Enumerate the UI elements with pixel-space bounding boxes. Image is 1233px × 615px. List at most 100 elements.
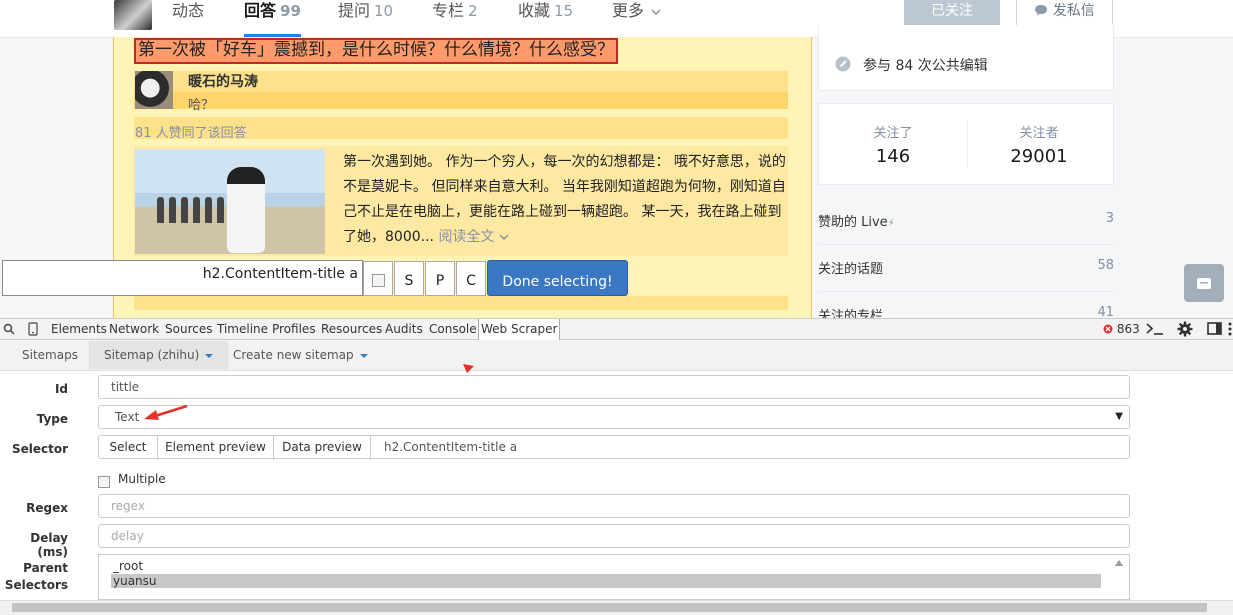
regex-input[interactable]: regex	[98, 494, 1130, 518]
tab-questions[interactable]: 提问 10	[338, 0, 393, 37]
delay-input[interactable]: delay	[98, 524, 1130, 548]
tab-columns[interactable]: 专栏 2	[432, 0, 478, 37]
sidebar-item-live[interactable]: 赞助的 Live⚡ 3	[818, 211, 1114, 230]
parent-selectors-list[interactable]: _root yuansu	[98, 554, 1130, 600]
selector-field-group: Select Element preview Data preview h2.C…	[98, 435, 1130, 460]
element-selector-toolbar: h2.ContentItem-title a S P C Done select…	[2, 260, 628, 296]
nav-create-sitemap[interactable]: Create new sitemap	[233, 341, 368, 369]
floating-action-button[interactable]	[1184, 264, 1224, 302]
sidebar-item-label: 赞助的 Live	[818, 215, 888, 230]
chevron-down-icon	[499, 234, 509, 241]
message-box-icon	[1197, 278, 1211, 289]
read-more-link[interactable]: 阅读全文	[438, 229, 509, 245]
tab-more[interactable]: 更多	[612, 0, 661, 37]
selector-label: Selector	[11, 442, 68, 456]
sidebar-item-columns[interactable]: 关注的专栏 41	[818, 305, 1114, 318]
send-message-button[interactable]: 发私信	[1016, 0, 1113, 27]
select-child-button[interactable]: C	[456, 261, 486, 296]
dock-side-icon[interactable]	[1207, 322, 1222, 335]
error-count: 863	[1116, 322, 1140, 336]
devtools-toolbar: Elements Network Sources Timeline Profil…	[0, 318, 1233, 340]
selector-edit-form: Id tittle Type Text ▼ Selector Select El…	[0, 364, 1233, 614]
devtools-tab-console[interactable]: Console	[429, 319, 477, 340]
tab-collections[interactable]: 收藏 15	[518, 0, 573, 37]
nav-current-sitemap[interactable]: Sitemap (zhihu)	[89, 341, 229, 369]
upvote-count-text: 81 人赞同了该回答	[135, 126, 247, 141]
caret-down-icon	[205, 353, 214, 358]
followers-label: 关注者	[1019, 126, 1059, 141]
following-count[interactable]: 146	[843, 146, 943, 167]
parent-option-root[interactable]: _root	[111, 559, 1101, 573]
following-label: 关注了	[873, 126, 913, 141]
type-select[interactable]: Text ▼	[98, 405, 1130, 429]
select-s-button[interactable]: S	[394, 261, 424, 296]
gear-icon[interactable]	[1177, 321, 1193, 337]
create-sitemap-label: Create new sitemap	[233, 348, 354, 362]
followed-button[interactable]: 已关注	[904, 0, 1000, 27]
parent-option-yuansu[interactable]: yuansu	[111, 574, 1101, 588]
selector-input[interactable]: h2.ContentItem-title a	[384, 436, 517, 458]
divider	[818, 244, 1114, 245]
more-options-icon[interactable]	[1228, 322, 1232, 336]
devtools-tab-timeline[interactable]: Timeline	[217, 319, 268, 340]
horizontal-scrollbar[interactable]	[0, 600, 1233, 615]
type-select-value: Text	[115, 410, 140, 424]
sidebar-item-label: 关注的话题	[818, 262, 884, 277]
element-preview-button[interactable]: Element preview	[158, 436, 274, 460]
devtools-tab-elements[interactable]: Elements	[51, 319, 107, 340]
scrollbar-thumb[interactable]	[12, 603, 1207, 612]
select-parent-button[interactable]: P	[425, 261, 455, 296]
sidebar-item-label: 关注的专栏	[818, 309, 884, 318]
author-bio: 哈？	[188, 98, 215, 113]
data-preview-button[interactable]: Data preview	[274, 436, 371, 460]
author-name-link[interactable]: 暖石的马涛	[188, 71, 258, 91]
stats-divider	[967, 120, 968, 168]
answer-thumbnail-image[interactable]	[135, 149, 325, 254]
devtools-tab-profiles[interactable]: Profiles	[272, 319, 316, 340]
devtools-tab-web-scraper[interactable]: Web Scraper	[478, 319, 561, 340]
error-counter[interactable]: 863	[1103, 322, 1140, 336]
question-title-link[interactable]: 第一次被「好车」震撼到，是什么时候？什么情境？什么感受？	[134, 38, 618, 64]
chevron-down-icon	[651, 9, 661, 16]
id-input[interactable]: tittle	[98, 375, 1130, 399]
done-selecting-button[interactable]: Done selecting!	[487, 260, 628, 296]
public-edit-count: 参与 84 次公共编辑	[863, 58, 988, 74]
multiple-select-toggle[interactable]	[363, 261, 393, 296]
inspect-search-icon[interactable]	[3, 323, 15, 335]
tab-answers[interactable]: 回答 99	[244, 0, 301, 37]
multiple-checkbox[interactable]	[372, 274, 385, 287]
multiple-checkbox[interactable]	[98, 476, 110, 488]
author-avatar[interactable]	[135, 71, 173, 109]
tab-activity[interactable]: 动态	[172, 0, 204, 37]
user-avatar[interactable]	[114, 0, 152, 30]
selection-highlight	[134, 296, 788, 310]
send-message-label: 发私信	[1052, 3, 1095, 19]
chat-bubble-icon	[1035, 5, 1048, 16]
device-mode-icon[interactable]	[28, 322, 38, 336]
nav-sitemaps[interactable]: Sitemaps	[22, 341, 78, 369]
devtools-tab-resources[interactable]: Resources	[321, 319, 382, 340]
read-more-label: 阅读全文	[438, 229, 495, 245]
sidebar-item-topics[interactable]: 关注的话题 58	[818, 258, 1114, 277]
select-button[interactable]: Select	[99, 436, 158, 460]
followers-count[interactable]: 29001	[989, 146, 1089, 167]
excerpt-text: 第一次遇到她。 作为一个穷人，每一次的幻想都是： 哦不好意思，说的不是莫妮卡。 …	[343, 154, 786, 245]
annotation-arrow-icon	[463, 364, 474, 373]
sidebar-item-count: 58	[1097, 258, 1114, 273]
lightning-icon: ⚡	[887, 218, 895, 229]
devtools-tab-sources[interactable]: Sources	[165, 319, 212, 340]
console-drawer-icon[interactable]	[1146, 323, 1164, 335]
annotation-arrow-icon	[144, 404, 188, 420]
scroll-up-icon[interactable]	[1115, 560, 1123, 566]
current-selector-display[interactable]: h2.ContentItem-title a	[2, 260, 363, 296]
sidebar-item-count: 3	[1105, 211, 1114, 226]
devtools-tab-audits[interactable]: Audits	[385, 319, 423, 340]
edit-icon	[835, 56, 851, 72]
divider	[818, 291, 1114, 292]
parent-selectors-label-line2: Selectors	[4, 578, 68, 592]
selection-highlight	[134, 92, 788, 109]
id-label: Id	[54, 382, 68, 396]
parent-selectors-label-line1: Parent	[23, 561, 68, 575]
answer-excerpt[interactable]: 第一次遇到她。 作为一个穷人，每一次的幻想都是： 哦不好意思，说的不是莫妮卡。 …	[343, 150, 788, 250]
devtools-tab-network[interactable]: Network	[109, 319, 159, 340]
